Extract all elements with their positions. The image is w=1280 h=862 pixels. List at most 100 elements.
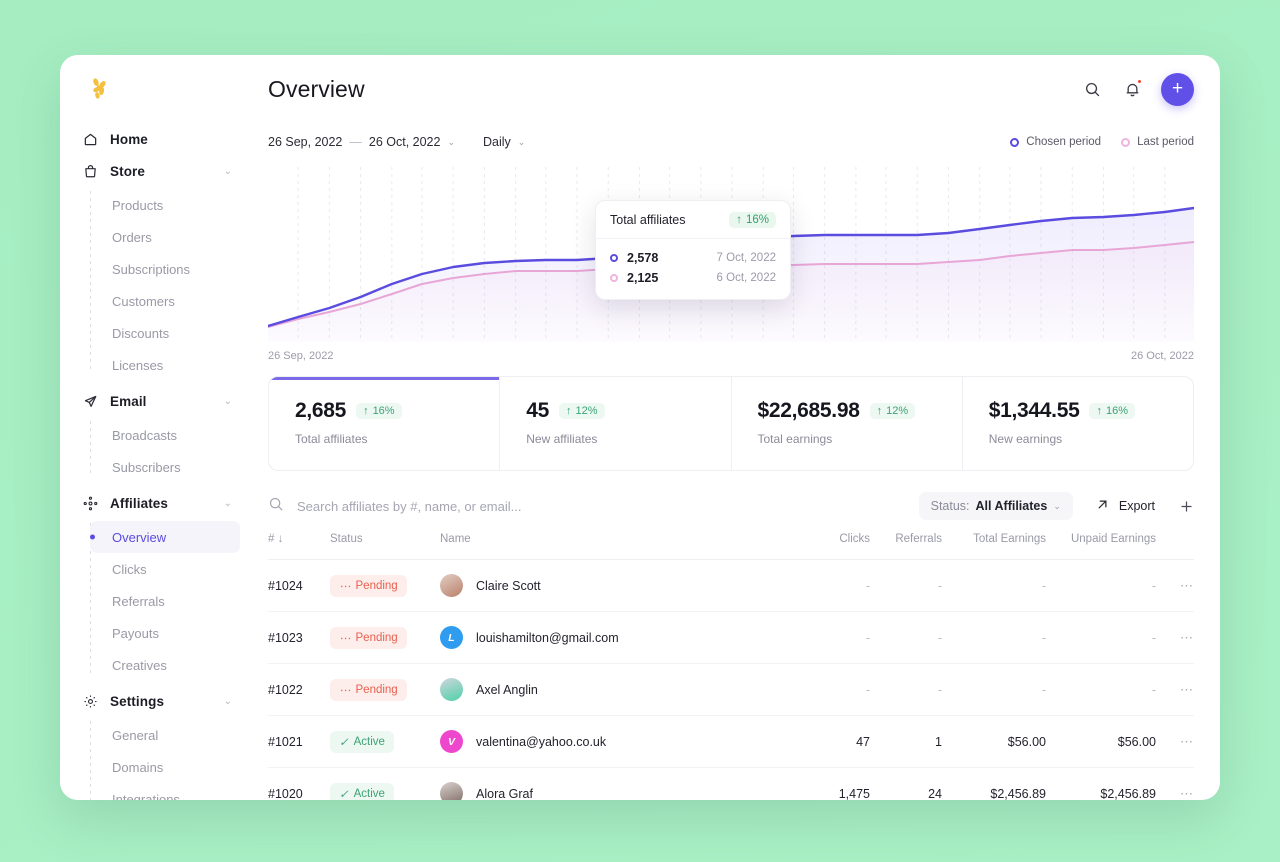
- sidebar-item-general[interactable]: General: [90, 719, 240, 751]
- sidebar-item-clicks[interactable]: Clicks: [90, 553, 240, 585]
- affiliates-chart[interactable]: Total affiliates ↑ 16% 2,578 7 Oct, 2022: [268, 167, 1194, 342]
- legend-label: Chosen period: [1026, 136, 1101, 148]
- granularity-value: Daily: [483, 135, 511, 149]
- column-header-unpaid-earnings[interactable]: Unpaid Earnings: [1046, 533, 1156, 560]
- sidebar-item-home[interactable]: Home: [74, 123, 240, 155]
- kpi-card-new-affiliates[interactable]: 45 ↑ 12% New affiliates: [500, 377, 731, 470]
- sidebar-item-overview[interactable]: Overview: [90, 521, 240, 553]
- column-label: #: [268, 533, 274, 545]
- kpi-delta-value: 16%: [1106, 405, 1128, 417]
- kpi-cards: 2,685 ↑ 16% Total affiliates 45 ↑ 12%: [268, 376, 1194, 471]
- status-badge: ⋯ Pending: [330, 627, 407, 649]
- more-horizontal-icon[interactable]: ⋯: [1180, 682, 1194, 697]
- cell-total-earnings: $2,456.89: [942, 768, 1046, 801]
- sidebar-item-discounts[interactable]: Discounts: [90, 317, 240, 349]
- cell-status: ⋯ Pending: [330, 664, 440, 716]
- table-row[interactable]: #1023 ⋯ Pending L louishamilton@gmail.co…: [268, 612, 1194, 664]
- bell-icon[interactable]: [1121, 78, 1143, 100]
- cell-total-earnings: -: [942, 612, 1046, 664]
- tooltip-marker-icon: [610, 254, 618, 262]
- chevron-down-icon: ⌄: [1053, 501, 1061, 512]
- sidebar-item-referrals[interactable]: Referrals: [90, 585, 240, 617]
- granularity-select[interactable]: Daily ⌄: [483, 135, 525, 149]
- sidebar-item-settings[interactable]: Settings ⌄: [74, 685, 240, 717]
- sidebar-label-store: Store: [110, 164, 145, 179]
- kpi-card-total-earnings[interactable]: $22,685.98 ↑ 12% Total earnings: [732, 377, 963, 470]
- table-row[interactable]: #1024 ⋯ Pending Claire Scott: [268, 560, 1194, 612]
- search-input[interactable]: [297, 499, 919, 514]
- more-horizontal-icon[interactable]: ⋯: [1180, 734, 1194, 749]
- plus-icon: [1179, 499, 1194, 514]
- sidebar-item-orders[interactable]: Orders: [90, 221, 240, 253]
- cell-name: V valentina@yahoo.co.uk: [440, 716, 796, 768]
- cell-actions: ⋯: [1156, 716, 1194, 768]
- column-header-clicks[interactable]: Clicks: [796, 533, 870, 560]
- affiliate-identity: L louishamilton@gmail.com: [440, 626, 796, 649]
- more-horizontal-icon[interactable]: ⋯: [1180, 786, 1194, 801]
- kpi-top: $1,344.55 ↑ 16%: [989, 399, 1193, 423]
- affiliate-name: louishamilton@gmail.com: [476, 631, 619, 645]
- kpi-delta: ↑ 16%: [356, 403, 402, 419]
- axis-label-start: 26 Sep, 2022: [268, 350, 333, 362]
- sidebar-item-licenses[interactable]: Licenses: [90, 349, 240, 381]
- more-horizontal-icon[interactable]: ⋯: [1180, 630, 1194, 645]
- add-button[interactable]: +: [1161, 73, 1194, 106]
- app-logo[interactable]: [60, 55, 254, 123]
- kpi-delta-value: 16%: [373, 405, 395, 417]
- tooltip-marker-icon: [610, 274, 618, 282]
- column-header-name[interactable]: Name: [440, 533, 796, 560]
- sidebar-label-affiliates: Affiliates: [110, 496, 168, 511]
- nav-group-settings: Settings ⌄ General Domains Integrations: [74, 685, 240, 800]
- column-header-id[interactable]: # ↓: [268, 533, 330, 560]
- sidebar-subnav-store: Products Orders Subscriptions Customers …: [74, 189, 240, 381]
- search-box[interactable]: [268, 496, 919, 517]
- sidebar-item-subscribers[interactable]: Subscribers: [90, 451, 240, 483]
- date-range-picker[interactable]: 26 Sep, 2022 — 26 Oct, 2022 ⌄: [268, 135, 455, 149]
- sidebar: Home Store ⌄ Products Orders Subscriptio…: [60, 55, 254, 800]
- column-header-total-earnings[interactable]: Total Earnings: [942, 533, 1046, 560]
- sidebar-item-creatives[interactable]: Creatives: [90, 649, 240, 681]
- sidebar-item-products[interactable]: Products: [90, 189, 240, 221]
- sidebar-item-subscriptions[interactable]: Subscriptions: [90, 253, 240, 285]
- cell-id: #1023: [268, 612, 330, 664]
- kpi-card-new-earnings[interactable]: $1,344.55 ↑ 16% New earnings: [963, 377, 1193, 470]
- legend-chosen-period[interactable]: Chosen period: [1010, 136, 1101, 148]
- search-icon[interactable]: [1081, 78, 1103, 100]
- check-icon: ✓: [339, 735, 349, 749]
- cell-id: #1024: [268, 560, 330, 612]
- add-affiliate-button[interactable]: [1179, 499, 1194, 514]
- kpi-delta: ↑ 12%: [870, 403, 916, 419]
- chevron-down-icon: ⌄: [224, 696, 232, 707]
- legend-label: Last period: [1137, 136, 1194, 148]
- table-row[interactable]: #1020 ✓ Active Alora Graf: [268, 768, 1194, 801]
- notification-dot: [1137, 79, 1142, 84]
- status-filter-select[interactable]: Status: All Affiliates ⌄: [919, 492, 1073, 520]
- axis-label-end: 26 Oct, 2022: [1131, 350, 1194, 362]
- cell-clicks: 1,475: [796, 768, 870, 801]
- more-horizontal-icon[interactable]: ⋯: [1180, 578, 1194, 593]
- sidebar-item-payouts[interactable]: Payouts: [90, 617, 240, 649]
- main-content: Overview + 26 Sep, 2022 — 26 Oct, 2022: [254, 55, 1220, 800]
- sidebar-item-broadcasts[interactable]: Broadcasts: [90, 419, 240, 451]
- sidebar-item-domains[interactable]: Domains: [90, 751, 240, 783]
- sidebar-item-email[interactable]: Email ⌄: [74, 385, 240, 417]
- column-header-status[interactable]: Status: [330, 533, 440, 560]
- sidebar-item-store[interactable]: Store ⌄: [74, 155, 240, 187]
- cell-unpaid-earnings: $56.00: [1046, 716, 1156, 768]
- export-button[interactable]: Export: [1095, 497, 1155, 515]
- table-row[interactable]: #1021 ✓ Active V valentina@yahoo.co.uk: [268, 716, 1194, 768]
- cell-name: Axel Anglin: [440, 664, 796, 716]
- kpi-card-total-affiliates[interactable]: 2,685 ↑ 16% Total affiliates: [269, 377, 500, 470]
- column-header-referrals[interactable]: Referrals: [870, 533, 942, 560]
- cell-clicks: -: [796, 560, 870, 612]
- sidebar-item-customers[interactable]: Customers: [90, 285, 240, 317]
- date-start: 26 Sep, 2022: [268, 135, 342, 149]
- column-header-actions: [1156, 533, 1194, 560]
- table-row[interactable]: #1022 ⋯ Pending Axel Anglin: [268, 664, 1194, 716]
- legend-last-period[interactable]: Last period: [1121, 136, 1194, 148]
- sidebar-item-integrations[interactable]: Integrations: [90, 783, 240, 800]
- cell-unpaid-earnings: -: [1046, 560, 1156, 612]
- arrow-up-icon: ↑: [363, 405, 369, 417]
- sidebar-item-affiliates[interactable]: Affiliates ⌄: [74, 487, 240, 519]
- page-title: Overview: [268, 76, 365, 103]
